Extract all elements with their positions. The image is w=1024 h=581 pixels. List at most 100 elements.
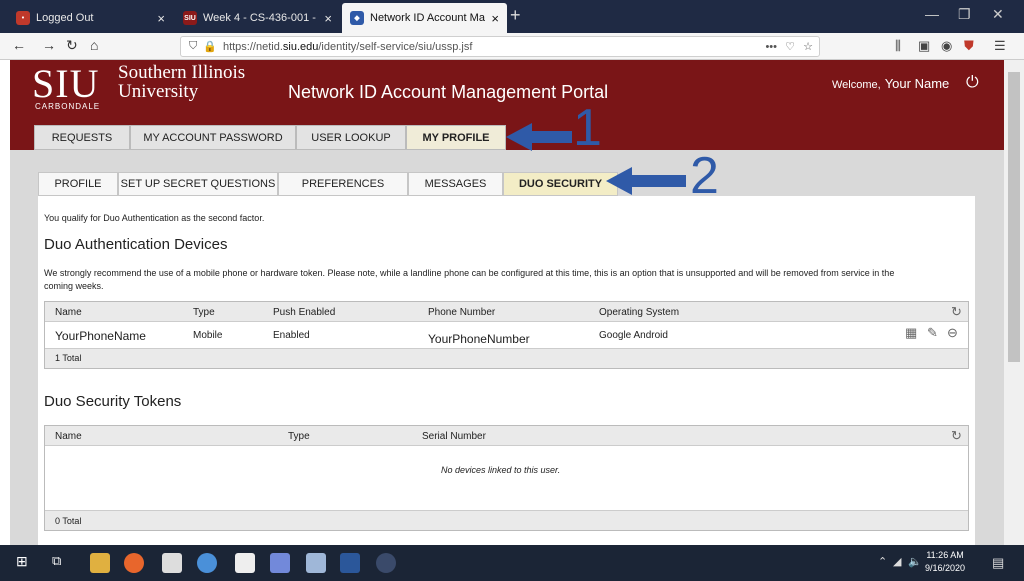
devices-heading: Duo Authentication Devices bbox=[44, 236, 228, 253]
tab-messages[interactable]: MESSAGES bbox=[408, 172, 503, 196]
device-name: YourPhoneName bbox=[55, 329, 146, 343]
extension-shield-icon[interactable]: ⛊ bbox=[964, 38, 974, 54]
app-icon[interactable] bbox=[306, 553, 326, 573]
bookmark-star-icon[interactable]: ☆ bbox=[803, 40, 813, 53]
devices-table-header: Name Type Push Enabled Phone Number Oper… bbox=[45, 302, 968, 322]
library-icon[interactable]: ⫼ bbox=[895, 38, 901, 54]
tokens-table: Name Type Serial Number ↻ No devices lin… bbox=[44, 425, 969, 531]
tab-label: Week 4 - CS-436-001 - Artificial bbox=[203, 12, 318, 24]
taskbar-clock[interactable]: 11:26 AM 9/16/2020 bbox=[925, 549, 965, 575]
new-tab-icon[interactable]: + bbox=[510, 5, 521, 26]
clock-date: 9/16/2020 bbox=[925, 563, 966, 573]
url-prefix: https://netid. bbox=[222, 40, 283, 53]
recommend-text-line-1: We strongly recommend the use of a mobil… bbox=[44, 268, 895, 278]
maximize-icon[interactable]: ❐ bbox=[958, 6, 971, 23]
tab-my-account-password[interactable]: MY ACCOUNT PASSWORD bbox=[130, 125, 296, 150]
devices-total: 1 Total bbox=[55, 353, 82, 363]
university-line-2: University bbox=[118, 81, 199, 102]
welcome-label: Welcome, bbox=[832, 79, 881, 91]
task-view-icon[interactable]: ⧉ bbox=[52, 553, 72, 573]
reload-icon[interactable]: ↻ bbox=[66, 37, 78, 54]
user-name: Your Name bbox=[884, 76, 950, 91]
page-scrollbar[interactable] bbox=[1004, 60, 1024, 545]
annotation-number-1: 1 bbox=[573, 99, 602, 157]
minimize-icon[interactable]: — bbox=[925, 6, 939, 22]
shield-favicon-icon: ◆ bbox=[350, 11, 364, 25]
welcome-text: Welcome, Your Name bbox=[832, 76, 949, 91]
windows-start-icon[interactable]: ⊞ bbox=[16, 553, 36, 573]
browser-icon[interactable] bbox=[197, 553, 217, 573]
refresh-icon[interactable]: ↻ bbox=[951, 428, 962, 444]
annotation-number-2: 2 bbox=[690, 147, 719, 205]
home-icon[interactable]: ⌂ bbox=[90, 37, 98, 53]
logout-power-icon[interactable]: ⏻ bbox=[966, 74, 979, 92]
tab-requests[interactable]: REQUESTS bbox=[34, 125, 130, 150]
tokens-total-row: 0 Total bbox=[45, 510, 968, 530]
notifications-icon[interactable]: ▤ bbox=[992, 555, 1004, 571]
url-bar[interactable]: ⛉ 🔒 https://netid. siu.edu/identity/self-… bbox=[180, 36, 820, 57]
store-icon[interactable] bbox=[162, 553, 182, 573]
device-os: Google Android bbox=[599, 330, 668, 341]
col-type[interactable]: Type bbox=[193, 307, 215, 318]
browser-tab-logged-out[interactable]: • Logged Out × bbox=[8, 3, 173, 33]
siu-favicon-icon: • bbox=[16, 11, 30, 25]
portal-title: Network ID Account Management Portal bbox=[288, 82, 609, 102]
account-icon[interactable]: ◉ bbox=[941, 38, 952, 54]
tokens-empty-message: No devices linked to this user. bbox=[441, 465, 561, 475]
tab-user-lookup[interactable]: USER LOOKUP bbox=[296, 125, 406, 150]
pocket-icon[interactable]: ♡ bbox=[785, 40, 795, 53]
more-icon[interactable]: ••• bbox=[765, 41, 777, 53]
recommend-text-line-2: coming weeks. bbox=[44, 281, 104, 291]
browser-tab-week4[interactable]: SIU Week 4 - CS-436-001 - Artificial × bbox=[175, 3, 340, 33]
edit-pencil-icon[interactable]: ✎ bbox=[927, 325, 938, 341]
delete-icon[interactable]: ⊖ bbox=[947, 325, 958, 341]
carbondale-label: CARBONDALE bbox=[35, 102, 101, 111]
annotation-arrow-1-head bbox=[506, 123, 532, 151]
browser-tab-strip: • Logged Out × SIU Week 4 - CS-436-001 -… bbox=[0, 0, 1024, 33]
back-icon[interactable]: ← bbox=[12, 37, 26, 53]
tokens-table-header: Name Type Serial Number ↻ bbox=[45, 426, 968, 446]
tab-duo-security[interactable]: DUO SECURITY bbox=[503, 172, 618, 196]
close-icon[interactable]: × bbox=[157, 11, 165, 26]
col-phone-number[interactable]: Phone Number bbox=[428, 307, 495, 318]
col-name[interactable]: Name bbox=[55, 431, 82, 442]
qualify-text: You qualify for Duo Authentication as th… bbox=[44, 213, 265, 223]
refresh-icon[interactable]: ↻ bbox=[951, 304, 962, 320]
devices-table: Name Type Push Enabled Phone Number Oper… bbox=[44, 301, 969, 369]
close-icon[interactable]: × bbox=[491, 11, 499, 26]
tab-my-profile[interactable]: MY PROFILE bbox=[406, 125, 506, 150]
browser-tab-network-id[interactable]: ◆ Network ID Account Managem × bbox=[342, 3, 507, 33]
device-phone: YourPhoneNumber bbox=[428, 332, 530, 346]
tab-preferences[interactable]: PREFERENCES bbox=[278, 172, 408, 196]
network-icon[interactable]: ◢ bbox=[893, 555, 901, 568]
word-icon[interactable] bbox=[340, 553, 360, 573]
col-operating-system[interactable]: Operating System bbox=[599, 307, 679, 318]
scrollbar-thumb[interactable] bbox=[1008, 72, 1020, 362]
close-icon[interactable]: × bbox=[324, 11, 332, 26]
device-push: Enabled bbox=[273, 330, 310, 341]
close-window-icon[interactable]: ✕ bbox=[992, 6, 1004, 23]
siu-logo[interactable]: SIU bbox=[32, 60, 99, 107]
file-explorer-icon[interactable] bbox=[90, 553, 110, 573]
firefox-icon[interactable] bbox=[124, 553, 144, 573]
discord-icon[interactable] bbox=[270, 553, 290, 573]
col-name[interactable]: Name bbox=[55, 307, 82, 318]
devices-total-row: 1 Total bbox=[45, 348, 968, 368]
col-serial-number[interactable]: Serial Number bbox=[422, 431, 486, 442]
volume-icon[interactable]: 🔈 bbox=[908, 555, 922, 568]
forward-icon[interactable]: → bbox=[42, 37, 56, 53]
notes-icon[interactable] bbox=[235, 553, 255, 573]
settings-app-icon[interactable] bbox=[376, 553, 396, 573]
menu-icon[interactable]: ☰ bbox=[994, 38, 1006, 54]
tab-profile[interactable]: PROFILE bbox=[38, 172, 118, 196]
main-tabs: REQUESTS MY ACCOUNT PASSWORD USER LOOKUP… bbox=[34, 125, 506, 150]
qr-code-icon[interactable]: ▦ bbox=[905, 325, 917, 341]
annotation-arrow-2-head bbox=[606, 167, 632, 195]
col-type[interactable]: Type bbox=[288, 431, 310, 442]
tab-set-up-secret-questions[interactable]: SET UP SECRET QUESTIONS bbox=[118, 172, 278, 196]
col-push-enabled[interactable]: Push Enabled bbox=[273, 307, 335, 318]
tab-label: Logged Out bbox=[36, 12, 94, 24]
university-name: Southern Illinois University bbox=[118, 63, 245, 101]
tray-chevron-icon[interactable]: ⌃ bbox=[878, 555, 887, 568]
sidebar-icon[interactable]: ▣ bbox=[918, 38, 930, 54]
